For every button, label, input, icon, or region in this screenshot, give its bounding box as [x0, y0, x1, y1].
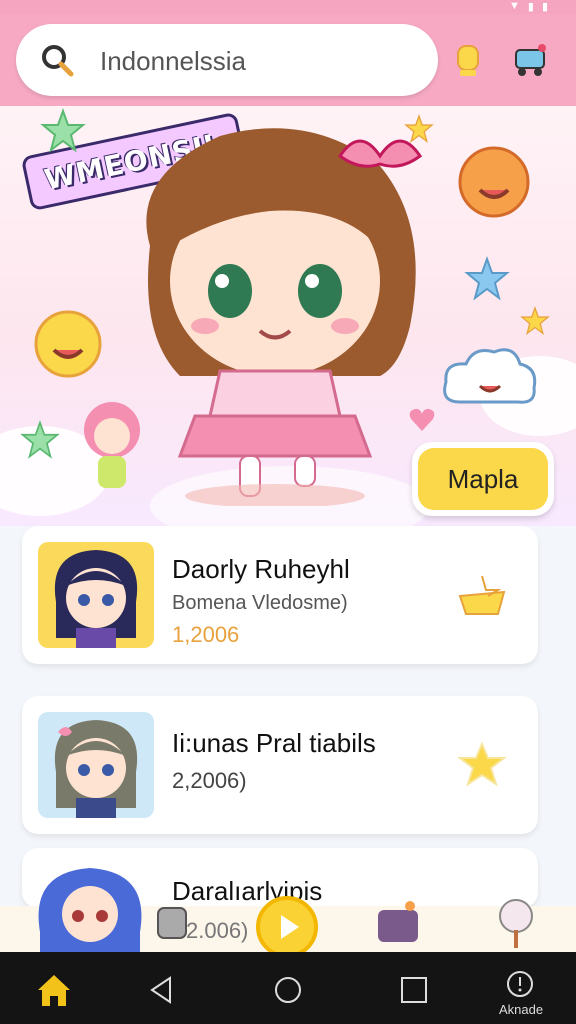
status-icons: ▼ ▮ ▮ [509, 0, 548, 13]
recents-icon[interactable] [394, 970, 434, 1010]
star-icon[interactable] [454, 740, 510, 790]
battery-icon: ▮ [541, 1, 548, 13]
search-icon[interactable] [40, 43, 74, 77]
search-input[interactable]: Indonnelssia [100, 46, 246, 77]
back-icon[interactable] [142, 970, 182, 1010]
home-circle-icon[interactable] [268, 970, 308, 1010]
toy-car-icon[interactable] [510, 40, 550, 80]
star-icon [520, 306, 550, 336]
play-button[interactable] [256, 896, 318, 958]
map-button-label: Mapla [447, 464, 519, 494]
heart-icon [409, 408, 435, 431]
play-icon [281, 915, 299, 939]
character-list: Daorly Ruheyhl Bomena Vledosme) 1,2006 I… [0, 526, 576, 908]
star-icon[interactable] [454, 570, 510, 620]
chibi-character-illustration [146, 128, 423, 506]
list-item[interactable]: Ii:unas Pral tiabils 2,2006) [22, 696, 538, 834]
item-count: 1,2006 [172, 622, 240, 647]
blue-girl-avatar [38, 868, 142, 952]
wifi-icon: ▼ [508, 0, 520, 12]
pink-girl-icon [84, 402, 140, 488]
signal-icon: ▮ [527, 1, 534, 13]
map-button[interactable]: Mapla [412, 442, 554, 516]
search-box[interactable]: Indonnelssia [16, 24, 438, 96]
list-item[interactable]: Daorly Ruheyhl Bomena Vledosme) 1,2006 [22, 526, 538, 664]
item-title: Ii:unas Pral tiabils [172, 728, 376, 758]
item-title: Daorly Ruheyhl [172, 554, 350, 584]
character-thumbnail [38, 712, 154, 818]
star-icon [464, 256, 510, 301]
cloud-face-icon [443, 348, 537, 404]
map-button-fill: Mapla [418, 448, 548, 510]
alert-icon[interactable] [500, 964, 540, 1004]
lamp-icon[interactable] [448, 40, 488, 80]
sun-face-icon [34, 310, 102, 378]
home-icon[interactable] [34, 970, 74, 1010]
navigation-bar: Aknade [0, 952, 576, 1024]
character-thumbnail [38, 542, 154, 648]
nav-label: Aknade [498, 1002, 544, 1017]
item-subtitle: Bomena Vledosme) [172, 592, 348, 614]
star-icon [20, 420, 60, 459]
top-bar: Indonnelssia [0, 14, 576, 106]
star-icon [404, 114, 434, 144]
orange-character-icon [458, 146, 530, 218]
star-icon [40, 108, 86, 153]
item-count: 2,2006) [172, 768, 247, 793]
lamp-character-icon[interactable] [494, 896, 544, 952]
mini-count: 2.006) [186, 918, 249, 943]
gift-box-icon[interactable] [374, 900, 422, 946]
status-bar: ▼ ▮ ▮ [0, 0, 576, 14]
